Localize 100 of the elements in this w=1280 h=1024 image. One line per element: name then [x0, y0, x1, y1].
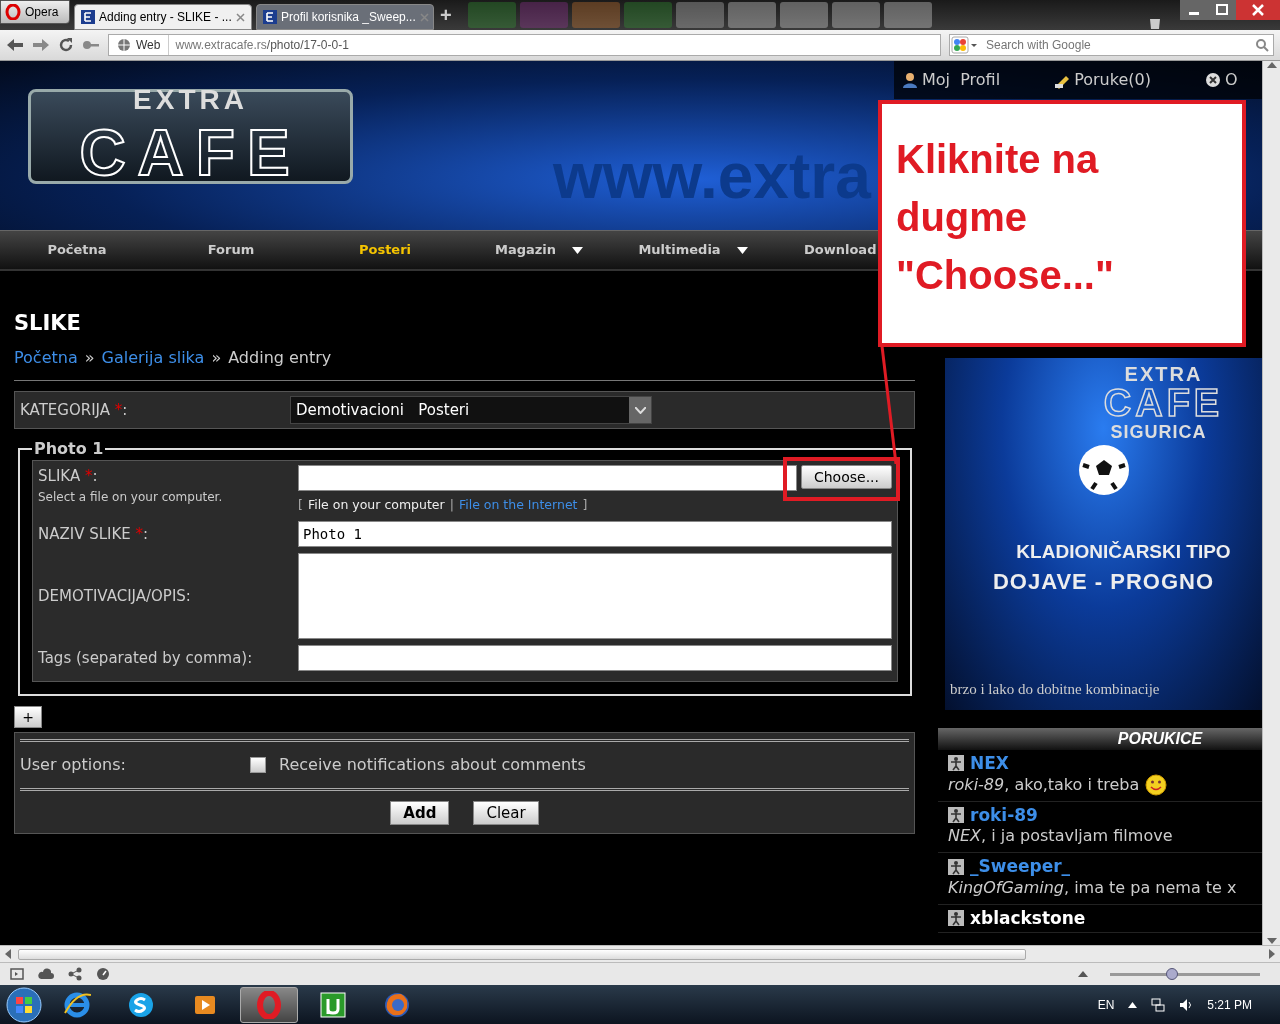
field-hint: Select a file on your computer. [38, 488, 223, 506]
description-field[interactable] [298, 552, 892, 639]
nav-link[interactable]: Multimedia [616, 231, 770, 269]
user-icon [948, 755, 964, 772]
web-label: Web [136, 37, 161, 54]
opera-logo-icon [255, 990, 283, 1019]
close-icon[interactable] [1236, 0, 1280, 20]
field-label: KATEGORIJA *: [20, 400, 128, 419]
add-photo-button[interactable]: + [14, 705, 42, 728]
caret-icon [634, 406, 646, 414]
username-link[interactable]: _Sweeper_ [970, 857, 1071, 877]
new-tab-button[interactable]: + [440, 0, 452, 30]
tab-thumbnail-icon[interactable] [675, 2, 724, 28]
scroll-up-icon [1078, 969, 1088, 977]
profile-icon [902, 71, 919, 89]
tab-thumbnail-icon[interactable] [779, 2, 828, 28]
ad-banner[interactable]: EXTRA CAFE SIGURICA KLADIONIČARSKI TIPO DOJAVE - PROGNO brzo i lako do dobitne kombinacije [945, 358, 1262, 710]
slider-thumb[interactable] [1166, 967, 1178, 980]
category-select[interactable]: Demotivacioni Posteri [290, 396, 652, 425]
tab-thumbnail-icon[interactable] [467, 2, 516, 28]
page-title: SLIKE [14, 311, 82, 337]
breadcrumb-current: Adding entry [228, 347, 332, 370]
scroll-left-icon[interactable] [4, 949, 12, 959]
clear-button[interactable]: Clear [473, 800, 539, 825]
user-link[interactable]: Moj Profil [902, 68, 1001, 92]
browser-icon [63, 990, 91, 1019]
language-indicator[interactable]: EN [1097, 995, 1115, 1014]
scrollbar-thumb[interactable] [18, 948, 1026, 960]
banner-text: www.extra [553, 139, 871, 214]
checkbox[interactable] [250, 756, 266, 773]
back-icon[interactable] [6, 38, 24, 52]
nav-link[interactable]: Magazin [462, 231, 616, 269]
nav-link[interactable]: Početna [0, 231, 154, 269]
search-engine-icon[interactable] [950, 35, 978, 55]
message-text: roki-89, ako,tako i treba [948, 773, 1140, 796]
scroll-right-icon[interactable] [1268, 949, 1276, 959]
site-logo[interactable]: EXTRA CAFE [28, 89, 353, 184]
volume-icon[interactable] [1179, 997, 1194, 1012]
field-label: SLIKA *: [38, 466, 98, 488]
message-text: NEX, i ja postavljam filmove [948, 825, 1173, 848]
username-link[interactable]: xblackstone [970, 909, 1086, 928]
source-link[interactable]: File on the Internet [458, 496, 578, 515]
search-icon[interactable] [1255, 38, 1269, 52]
tab-thumbnail-icon[interactable] [831, 2, 880, 28]
message-text: KingOfGaming, ima te pa nema te x [948, 877, 1237, 900]
bracket: [ [298, 496, 303, 515]
field-label: Tags (separated by comma): [38, 647, 253, 669]
torrent-client-icon [319, 990, 347, 1019]
search-field[interactable]: Search with Google [949, 34, 1274, 56]
opera-menu-button[interactable]: Opera [0, 0, 70, 24]
checkbox-label: Receive notifications about comments [279, 753, 586, 776]
restore-icon[interactable] [1208, 0, 1236, 20]
username-link[interactable]: NEX [970, 754, 1009, 773]
user-link[interactable]: Poruke(0) [1054, 68, 1151, 92]
panel-icon[interactable] [10, 968, 24, 980]
tab-thumbnail-icon[interactable] [883, 2, 932, 28]
username-link[interactable]: roki-89 [970, 805, 1038, 825]
network-icon[interactable] [1151, 997, 1166, 1012]
breadcrumb-link[interactable]: Galerija slika [101, 346, 205, 371]
breadcrumb-link[interactable]: Početna [14, 346, 78, 371]
tab-thumbnail-icon[interactable] [519, 2, 568, 28]
text-field[interactable]: Photo 1 [298, 520, 892, 547]
nav-link[interactable]: Download [770, 231, 877, 269]
address-field[interactable]: Web www.extracafe.rs/photo/17-0-0-1 [108, 34, 941, 56]
close-icon[interactable] [235, 12, 245, 22]
user-link[interactable]: O [1204, 68, 1238, 92]
field-label: DEMOTIVACIJA/OPIS: [38, 585, 191, 607]
opera-logo-icon [5, 4, 21, 20]
tab-thumbnail-icon[interactable] [727, 2, 776, 28]
start-button-icon[interactable] [6, 986, 42, 1023]
callout-box: Kliknite na dugme "Choose..." [878, 100, 1246, 347]
tray-expand-icon[interactable] [1128, 1001, 1138, 1008]
browser-tab[interactable]: Adding entry - SLIKE - ... [74, 4, 252, 30]
options-label: User options: [20, 753, 127, 776]
file-path-field[interactable] [298, 465, 797, 492]
minimize-icon[interactable] [1180, 0, 1208, 20]
bracket: ] [582, 496, 588, 515]
nav-link[interactable]: Forum [154, 231, 308, 269]
nav-link[interactable]: Posteri [308, 231, 462, 269]
cloud-icon[interactable] [38, 968, 54, 980]
user-icon [948, 910, 964, 927]
tab-thumbnail-icon[interactable] [571, 2, 620, 28]
user-icon [948, 807, 964, 824]
tab-thumbnail-icon[interactable] [623, 2, 672, 28]
globe-icon [117, 38, 131, 52]
share-icon[interactable] [68, 967, 82, 981]
add-button[interactable]: Add [390, 800, 450, 825]
clock-time[interactable]: 5:21 PM [1207, 995, 1252, 1014]
text-field[interactable] [298, 644, 892, 671]
reload-icon[interactable] [58, 37, 74, 53]
breadcrumb-separator: » [211, 347, 222, 370]
source-link[interactable]: File on your computer [307, 496, 445, 515]
url-text: www.extracafe.rs/photo/17-0-0-1 [174, 37, 349, 54]
forward-icon[interactable] [32, 38, 50, 52]
key-icon[interactable] [82, 39, 100, 51]
speedometer-icon[interactable] [96, 967, 110, 981]
choose-button[interactable]: Choose... [800, 465, 892, 490]
browser-tab[interactable]: Profil korisnika _Sweep... [256, 4, 434, 30]
separator: | [449, 496, 454, 515]
soccer-ball-icon [1076, 443, 1131, 497]
